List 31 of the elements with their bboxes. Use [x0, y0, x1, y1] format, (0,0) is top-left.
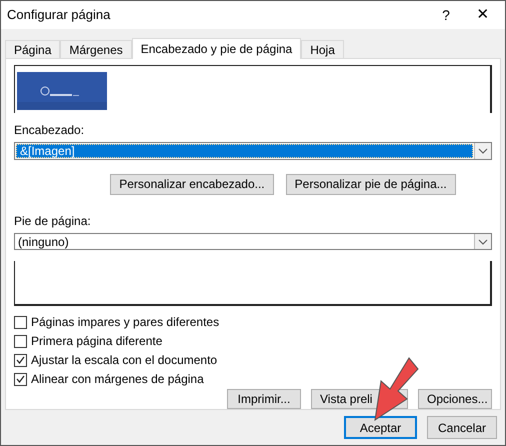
dialog-button[interactable]: Aceptar — [344, 416, 417, 439]
checkbox[interactable] — [14, 354, 27, 366]
tab[interactable]: Encabezado y pie de página — [132, 38, 302, 59]
checkmark-icon — [16, 356, 25, 364]
dialog-button[interactable]: Cancelar — [427, 416, 497, 439]
footer-dropdown[interactable]: (ninguno) — [14, 232, 492, 250]
checkbox-label: Ajustar la escala con el documento — [31, 352, 218, 369]
close-button[interactable]: ✕ — [461, 4, 505, 26]
checkbox-label: Alinear con márgenes de página — [31, 371, 204, 388]
checkbox-label: Páginas impares y pares diferentes — [31, 314, 220, 331]
tab[interactable]: Página — [5, 40, 60, 58]
field-label: Pie de página: — [14, 212, 92, 230]
push-button[interactable]: Imprimir... — [227, 389, 301, 409]
checkbox[interactable] — [14, 334, 27, 348]
window-title: Configurar página — [7, 6, 112, 24]
field-label: Encabezado: — [14, 122, 86, 139]
chevron-down-icon — [478, 238, 488, 245]
push-button[interactable]: Opciones... — [418, 389, 492, 409]
tab[interactable]: Márgenes — [60, 40, 132, 58]
checkbox-label: Primera página diferente — [31, 333, 162, 350]
header-dropdown[interactable]: &[Imagen] — [14, 142, 492, 160]
chevron-down-icon — [478, 148, 488, 154]
dropdown-value: &[Imagen] — [16, 144, 473, 158]
dropdown-value: (ninguno) — [17, 234, 70, 250]
push-button[interactable]: Personalizar encabezado... — [110, 174, 274, 195]
checkmark-icon — [16, 375, 25, 383]
checkbox[interactable] — [14, 372, 27, 386]
push-button[interactable]: Personalizar pie de página... — [286, 174, 456, 195]
tab[interactable]: Hoja — [301, 40, 344, 58]
help-button[interactable]: ? — [431, 4, 461, 26]
checkbox[interactable] — [14, 316, 27, 328]
